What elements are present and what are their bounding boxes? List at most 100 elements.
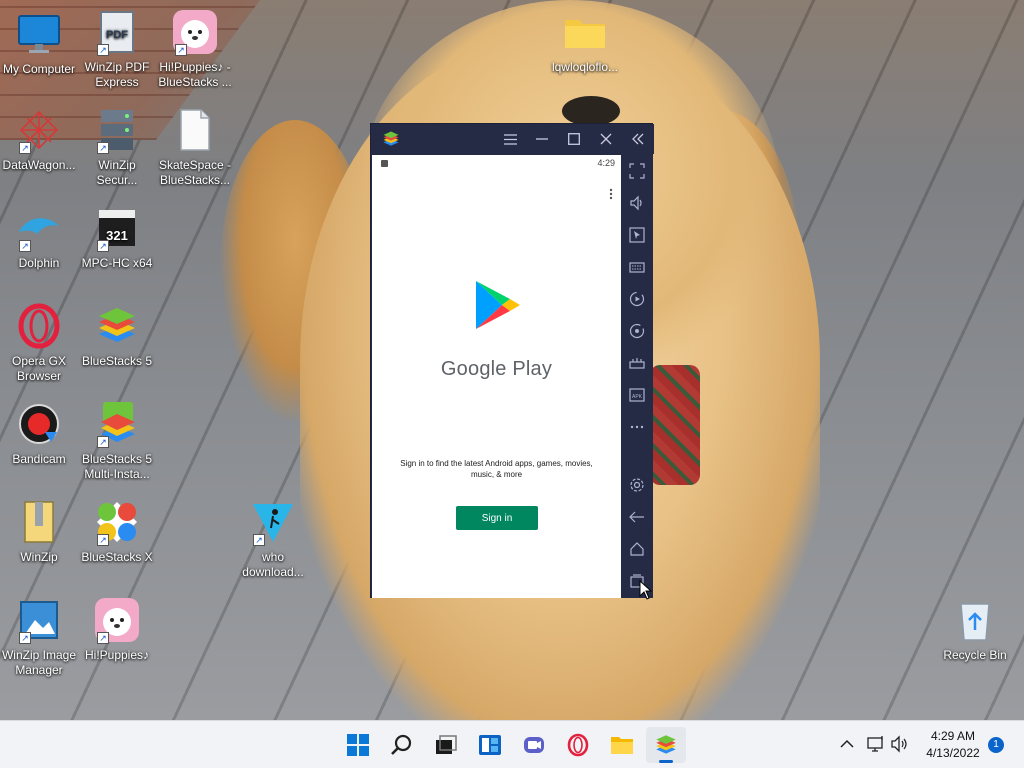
puppy-app-icon: ↗	[93, 596, 141, 644]
shortcut-arrow-icon: ↗	[97, 632, 109, 644]
shortcut-arrow-icon: ↗	[19, 632, 31, 644]
shortcut-arrow-icon: ↗	[175, 44, 187, 56]
shortcut-arrow-icon: ↗	[97, 436, 109, 448]
bluestacks-multi-icon: ↗	[93, 400, 141, 448]
clock[interactable]: 4:29 AM 4/13/2022	[918, 728, 988, 762]
shortcut-arrow-icon: ↗	[19, 240, 31, 252]
hamburger-menu-icon[interactable]	[494, 124, 526, 154]
widgets-button[interactable]	[470, 727, 510, 763]
settings-icon[interactable]	[625, 473, 649, 497]
desktop-icon-mpc-hc[interactable]: 321 ↗ MPC-HC x64	[78, 204, 156, 271]
desktop-icon-label: WinZip Image Manager	[1, 648, 77, 677]
start-button[interactable]	[338, 727, 378, 763]
desktop-icon-my-computer[interactable]: My Computer	[0, 10, 78, 77]
datawagon-icon: ↗	[15, 106, 63, 154]
winzip-icon	[15, 498, 63, 546]
desktop-icon-hipuppies[interactable]: ↗ Hi!Puppies♪	[78, 596, 156, 663]
rotate-icon[interactable]	[625, 319, 649, 343]
recycle-bin-icon	[951, 596, 999, 644]
desktop-icon-label: Hi!Puppies♪ - BlueStacks ...	[158, 60, 232, 89]
home-icon[interactable]	[625, 537, 649, 561]
bluestacks-sidebar: APK	[621, 155, 653, 598]
desktop-icon-label: Recycle Bin	[943, 648, 1007, 662]
desktop-icon-folder[interactable]: lqwloqloflo...	[546, 8, 624, 75]
sign-in-button[interactable]: Sign in	[456, 506, 538, 530]
desktop-icon-bluestacks5[interactable]: BlueStacks 5	[78, 302, 156, 369]
apk-icon[interactable]: APK	[625, 383, 649, 407]
desktop-icon-bluestacks-multi[interactable]: ↗ BlueStacks 5 Multi-Insta...	[78, 400, 156, 482]
bluestacks-logo-icon	[371, 124, 411, 154]
overflow-menu-icon[interactable]	[608, 187, 614, 201]
desktop-icon-winzip[interactable]: WinZip	[0, 498, 78, 565]
desktop-icon-label: WinZip PDF Express	[84, 60, 150, 89]
android-status-bar: 4:29	[372, 155, 621, 173]
google-play-logo-icon	[472, 279, 524, 331]
desktop-icon-hipuppies-bluestacks[interactable]: ↗ Hi!Puppies♪ - BlueStacks ...	[156, 8, 234, 90]
teams-chat-button[interactable]	[514, 727, 554, 763]
desktop-icon-label: lqwloqloflo...	[551, 60, 619, 74]
notification-badge[interactable]: 1	[988, 737, 1004, 753]
gamepad-icon[interactable]	[625, 351, 649, 375]
search-button[interactable]	[382, 727, 422, 763]
desktop-icon-label: Hi!Puppies♪	[84, 648, 150, 662]
desktop-icon-label: MPC-HC x64	[81, 256, 153, 270]
maximize-button[interactable]	[558, 124, 590, 154]
minimize-button[interactable]	[526, 124, 558, 154]
bluestacks-titlebar[interactable]	[371, 124, 654, 154]
opera-gx-taskbar-button[interactable]	[558, 727, 598, 763]
desktop-icon-datawagon[interactable]: ↗ DataWagon...	[0, 106, 78, 173]
file-explorer-button[interactable]	[602, 727, 642, 763]
shortcut-arrow-icon: ↗	[97, 44, 109, 56]
desktop-icon-dolphin[interactable]: ↗ Dolphin	[0, 204, 78, 271]
collapse-sidebar-icon[interactable]	[622, 124, 654, 154]
bluestacks-window: 4:29 Google Play Sign in to find the lat…	[370, 123, 654, 598]
back-icon[interactable]	[625, 505, 649, 529]
desktop-icon-opera-gx[interactable]: Opera GX Browser	[0, 302, 78, 384]
desktop-icon-winzip-pdf[interactable]: PDF ↗ WinZip PDF Express	[78, 8, 156, 90]
desktop-icon-winzip-secure[interactable]: ↗ WinZip Secur...	[78, 106, 156, 188]
volume-icon[interactable]	[625, 191, 649, 215]
desktop-icon-who-download[interactable]: ↗ who download...	[234, 498, 312, 580]
macro-icon[interactable]	[625, 287, 649, 311]
mouse-cursor-icon	[639, 579, 653, 600]
desktop-icon-bandicam[interactable]: Bandicam	[0, 400, 78, 467]
volume-tray-icon[interactable]	[890, 735, 910, 753]
shortcut-arrow-icon: ↗	[97, 534, 109, 546]
close-button[interactable]	[590, 124, 622, 154]
opera-gx-icon	[15, 302, 63, 350]
desktop-icon-bluestacks-x[interactable]: ↗ BlueStacks X	[78, 498, 156, 565]
fullscreen-icon[interactable]	[625, 159, 649, 183]
desktop-icon-label: My Computer	[2, 62, 76, 76]
cursor-icon[interactable]	[625, 223, 649, 247]
show-hidden-icons-chevron-icon[interactable]	[838, 735, 856, 753]
clapperboard-icon: 321 ↗	[93, 204, 141, 252]
svg-text:APK: APK	[632, 394, 643, 400]
monitor-icon	[15, 10, 63, 58]
puppy-app-icon: ↗	[171, 8, 219, 56]
dolphin-icon: ↗	[15, 204, 63, 252]
clock-date: 4/13/2022	[926, 746, 980, 760]
desktop-icon-label: who download...	[242, 550, 304, 579]
more-icon[interactable]	[625, 415, 649, 439]
desktop-icon-label: DataWagon...	[2, 158, 76, 172]
status-time: 4:29	[597, 158, 615, 168]
desktop-icon-recycle-bin[interactable]: Recycle Bin	[936, 596, 1014, 663]
android-screen: 4:29 Google Play Sign in to find the lat…	[372, 155, 621, 598]
bluestacks-icon	[93, 302, 141, 350]
network-icon[interactable]	[866, 735, 886, 753]
desktop-icon-label: Dolphin	[18, 256, 60, 270]
desktop-icon-label: BlueStacks X	[81, 550, 153, 564]
server-icon: ↗	[93, 106, 141, 154]
desktop-icon-label: WinZip Secur...	[96, 158, 138, 187]
wallpaper-puppy-eye	[562, 96, 620, 126]
desktop-icon-skatespace[interactable]: SkateSpace - BlueStacks...	[156, 106, 234, 188]
active-app-indicator	[659, 760, 673, 763]
bluestacks-x-icon: ↗	[93, 498, 141, 546]
task-view-button[interactable]	[426, 727, 466, 763]
bluestacks-taskbar-button[interactable]	[646, 727, 686, 763]
keyboard-icon[interactable]	[625, 255, 649, 279]
document-icon	[171, 106, 219, 154]
shortcut-arrow-icon: ↗	[253, 534, 265, 546]
desktop-icon-winzip-image-manager[interactable]: ↗ WinZip Image Manager	[0, 596, 78, 678]
shortcut-arrow-icon: ↗	[97, 240, 109, 252]
